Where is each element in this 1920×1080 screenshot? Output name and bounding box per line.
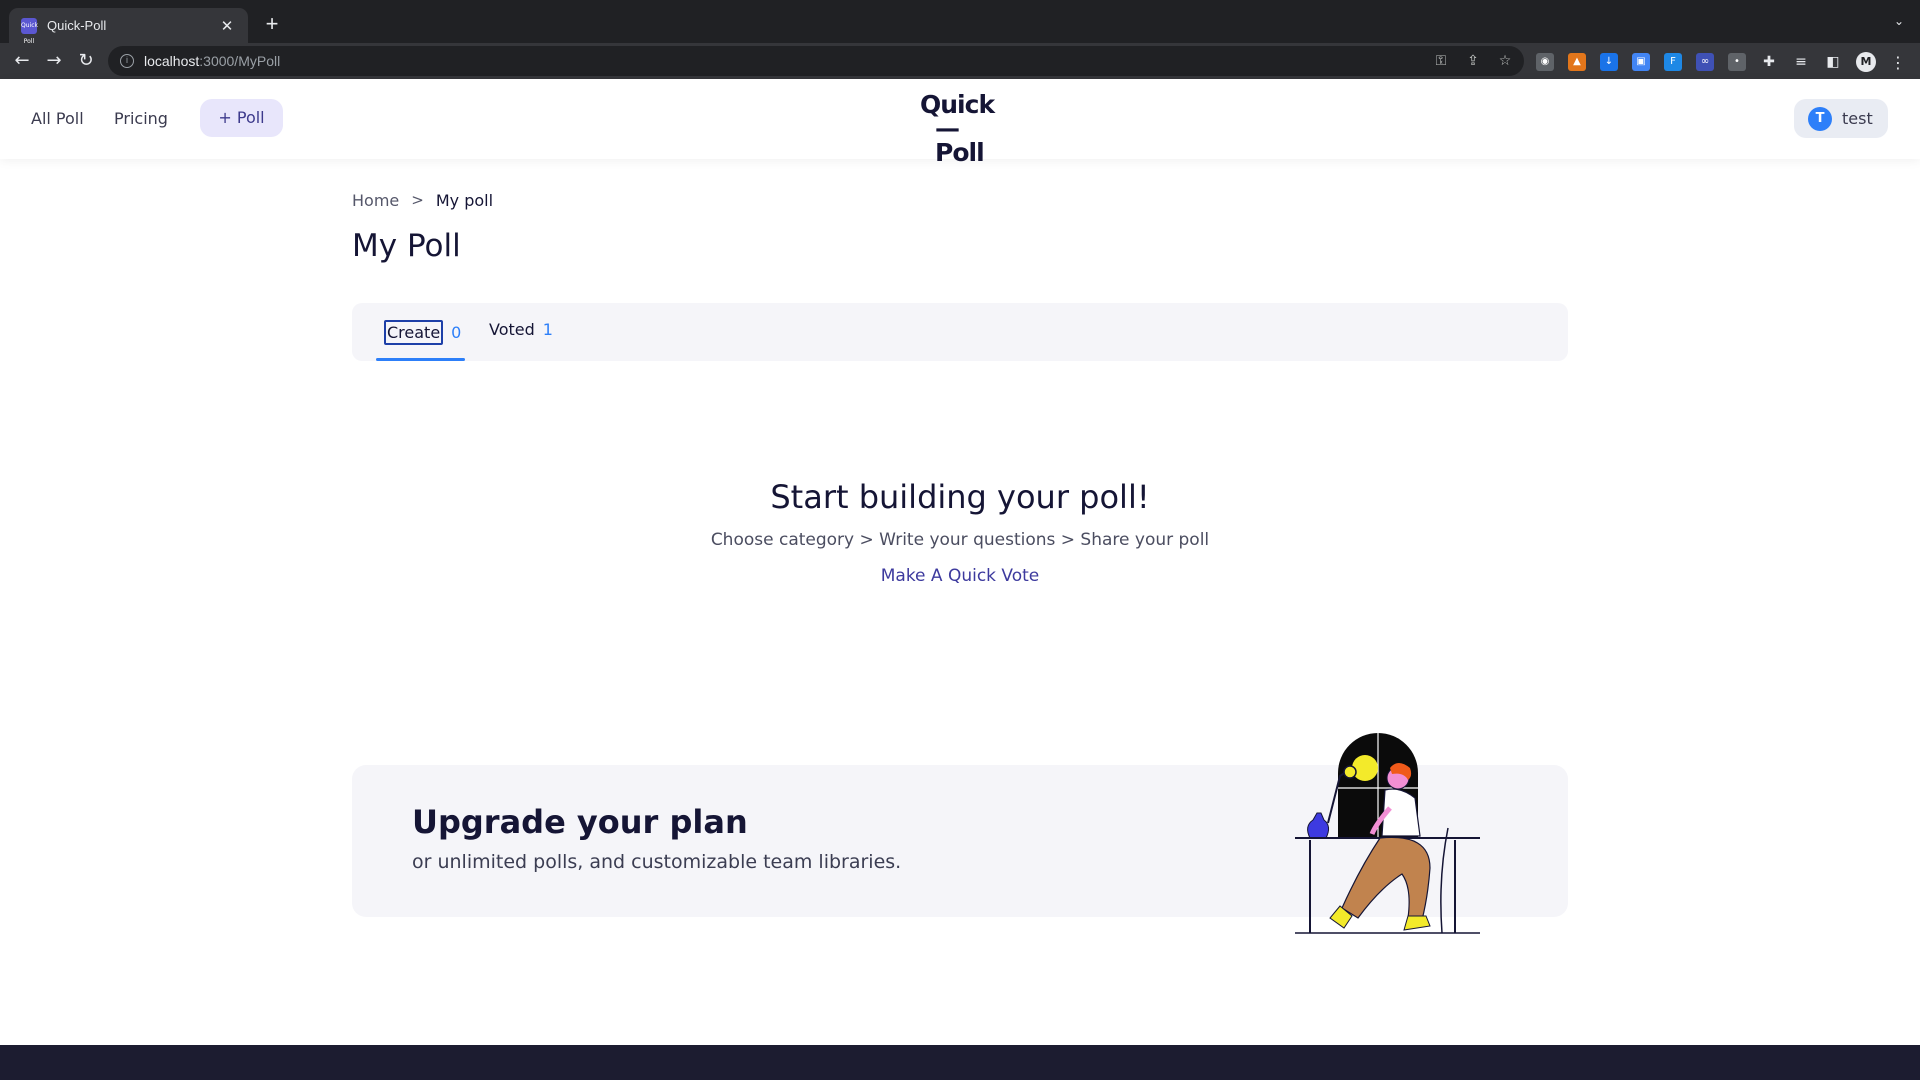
bookmark-star-icon[interactable]: ☆ [1496,52,1514,70]
nav-all-poll-link[interactable]: All Poll [31,109,84,128]
footer [0,1045,1920,1080]
tab-voted-label: Voted [489,320,535,339]
browser-toolbar: ← → ↻ i localhost:3000/MyPoll ⚿ ⇪ ☆ ◉ ▲ … [0,43,1920,79]
address-bar[interactable]: i localhost:3000/MyPoll ⚿ ⇪ ☆ [108,46,1524,76]
favicon-icon: Quick Poll [21,17,38,45]
breadcrumb: Home > My poll [352,191,493,210]
tab-title: Quick-Poll [47,18,107,33]
reload-icon[interactable]: ↻ [70,45,102,77]
url-path: :3000/MyPoll [199,53,281,69]
empty-state-steps: Choose category > Write your questions >… [710,530,1210,550]
poll-tabs: Create 0 Voted 1 [352,303,1568,361]
user-menu-button[interactable]: T test [1794,99,1888,138]
forward-arrow-icon[interactable]: → [38,45,70,77]
upgrade-title: Upgrade your plan [412,803,748,841]
app-header: All Poll Pricing + Poll Quick —Poll T te… [0,79,1920,165]
reading-list-icon[interactable]: ≡ [1792,53,1810,71]
breadcrumb-home-link[interactable]: Home [352,191,399,210]
browser-menu-icon[interactable]: ⋮ [1890,53,1906,72]
person-at-desk-illustration [1295,733,1480,934]
empty-state-title: Start building your poll! [770,478,1150,516]
new-tab-icon[interactable]: + [260,12,284,36]
upgrade-subtitle: or unlimited polls, and customizable tea… [412,851,902,873]
key-icon[interactable]: ⚿ [1432,52,1450,70]
tab-voted[interactable]: Voted 1 [489,320,553,339]
active-tab-indicator [376,358,465,361]
logo-line-1: Quick [920,90,995,119]
nav-pricing-link[interactable]: Pricing [114,109,168,128]
site-info-icon[interactable]: i [120,54,134,68]
logo-line-2: —Poll [935,114,985,167]
user-name: test [1842,109,1873,128]
back-arrow-icon[interactable]: ← [6,45,38,77]
tab-voted-count: 1 [542,320,553,339]
puzzle-extensions-icon[interactable]: ✚ [1760,53,1778,71]
tab-create-count: 0 [451,323,462,342]
browser-tab[interactable]: Quick Poll Quick-Poll ✕ [9,8,248,45]
side-panel-icon[interactable]: ◧ [1824,53,1842,71]
url-host: localhost [144,53,200,69]
tab-create[interactable]: Create 0 [384,320,461,345]
windows-extension-icon[interactable]: ▣ [1632,53,1650,71]
add-poll-button[interactable]: + Poll [200,99,283,137]
close-tab-icon[interactable]: ✕ [218,17,236,35]
browser-profile-icon[interactable]: M [1856,52,1876,72]
omnibox-actions: ⚿ ⇪ ☆ [1432,52,1514,70]
fi-extension-icon[interactable]: F [1664,53,1682,71]
page-title: My Poll [352,228,461,264]
browser-tabstrip: Quick Poll Quick-Poll ✕ + ⌄ [0,0,1920,45]
camera-extension-icon[interactable]: ◉ [1536,53,1554,71]
extensions-area: ◉ ▲ ↓ ▣ F ∞ • ✚ ≡ ◧ M ⋮ [1536,52,1906,72]
misc-extension-icon[interactable]: • [1728,53,1746,71]
make-quick-vote-link[interactable]: Make A Quick Vote [0,566,1920,586]
link-extension-icon[interactable]: ∞ [1696,53,1714,71]
share-icon[interactable]: ⇪ [1464,52,1482,70]
breadcrumb-current: My poll [435,191,494,210]
metamask-extension-icon[interactable]: ▲ [1568,53,1586,71]
tab-create-label: Create [384,320,444,345]
tab-search-chevron-icon[interactable]: ⌄ [1894,14,1904,28]
download-extension-icon[interactable]: ↓ [1600,53,1618,71]
quick-poll-logo[interactable]: Quick —Poll [920,90,1000,167]
avatar: T [1808,106,1832,131]
breadcrumb-separator: > [411,191,424,209]
